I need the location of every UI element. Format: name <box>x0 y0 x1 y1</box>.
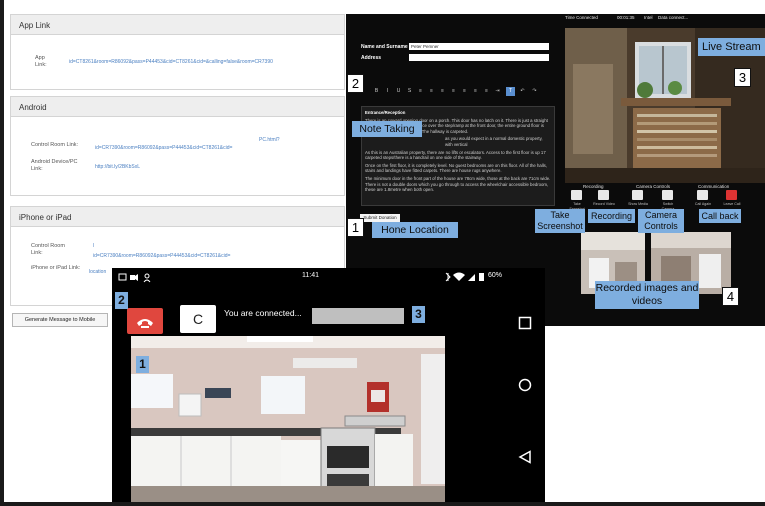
android-control-room-url-line1[interactable]: PC.html? <box>259 137 280 143</box>
connection-status-text: You are connected... <box>224 308 302 318</box>
android-control-room-label: Control Room Link: <box>31 142 79 148</box>
camera-feed-video <box>131 336 445 506</box>
android-heading: Android <box>11 97 344 117</box>
show-media-button[interactable] <box>632 190 643 200</box>
toolbar-numbered-list-button[interactable]: ≡ <box>471 87 480 96</box>
notes-paragraph: As this is an Australian property, there… <box>365 149 546 161</box>
record-video-button[interactable] <box>598 190 609 200</box>
android-device-label: Android Device/PC Link: <box>31 159 78 172</box>
generate-message-button[interactable]: Generate Message to Mobile <box>12 313 108 327</box>
home-icon[interactable] <box>518 378 532 392</box>
toolbar-strike-button[interactable]: S <box>405 87 414 96</box>
call-again-caption: Call Again <box>694 202 712 206</box>
annotation-number-2: 2 <box>347 74 364 93</box>
toolbar-list-button[interactable]: ≡ <box>460 87 469 96</box>
call-back-callout: Call back <box>699 209 741 223</box>
leave-call-button[interactable] <box>726 190 737 200</box>
camera-controls-callout: Camera Controls <box>638 209 684 233</box>
camera-controls-group-label: Camera Controls <box>636 184 671 189</box>
communication-group-label: Communication <box>698 184 730 189</box>
notification-icons <box>118 273 151 283</box>
recording-group-label: Recording <box>583 184 604 189</box>
annotation-number-1: 1 <box>347 218 364 237</box>
snapshot-button[interactable] <box>571 190 582 200</box>
app-link-section: App Link App Link: id=CT8261&room=R86092… <box>10 14 345 90</box>
refresh-icon: C <box>192 311 204 327</box>
iphone-control-room-url-line2[interactable]: id=CR7390&room=R86092&pass=P44453&cid=CT… <box>93 253 230 259</box>
toolbar-justify-button[interactable]: ≡ <box>449 87 458 96</box>
toolbar-redo-button[interactable]: ↷ <box>530 87 539 96</box>
bottom-border <box>0 502 765 506</box>
signal-wifi-battery-icons <box>445 272 484 282</box>
app-link-url[interactable]: id=CT8261&room=R86092&pass=P44453&cid=CT… <box>69 59 273 65</box>
phone-badge-1: 1 <box>136 356 149 373</box>
recents-icon[interactable] <box>518 316 532 330</box>
composite-screenshot: App Link App Link: id=CT8261&room=R86092… <box>0 0 765 506</box>
toolbar-undo-button[interactable]: ↶ <box>518 87 527 96</box>
battery-percent: 60% <box>488 272 503 279</box>
show-media-caption: Show Media <box>628 202 648 206</box>
note-taking-callout: Note Taking <box>352 121 422 137</box>
android-device-url[interactable]: http://bit.ly/2BKbSxL <box>95 164 140 170</box>
name-input[interactable]: Peter Pemner <box>409 43 549 50</box>
name-label: Name and Surname <box>361 44 408 50</box>
submit-button[interactable]: Submit Donation <box>360 214 400 222</box>
time-connected-label: Time Connected <box>565 15 598 20</box>
switch-camera-button[interactable] <box>662 190 673 200</box>
android-control-room-url-line2[interactable]: id=CR7390&room=R86092&pass=P44453&cid=CT… <box>95 145 232 151</box>
toolbar-outdent-button[interactable]: ≡ <box>482 87 491 96</box>
toolbar-font-button[interactable]: T <box>506 87 515 96</box>
status-state: Data connect... <box>658 15 689 20</box>
end-call-button[interactable] <box>127 308 163 334</box>
iphone-control-room-label: Control Room Link: <box>31 243 65 256</box>
android-section: Android Control Room Link: PC.html? id=C… <box>10 96 345 196</box>
toolbar-align-right-button[interactable]: ≡ <box>438 87 447 96</box>
toolbar-align-center-button[interactable]: ≡ <box>427 87 436 96</box>
mobile-app-screen: 11:41 60% C You are connected... 2 3 1 <box>112 268 545 506</box>
left-border <box>0 0 4 506</box>
back-icon[interactable] <box>518 450 532 464</box>
toolbar-indent-button[interactable]: ⇥ <box>493 87 502 96</box>
iphone-device-label: iPhone or iPad Link: <box>31 265 81 271</box>
phone-hangup-icon <box>137 319 153 328</box>
phone-badge-3: 3 <box>412 306 425 323</box>
address-label: Address <box>361 55 382 61</box>
toolbar-italic-button[interactable]: I <box>383 87 392 96</box>
live-stream-callout: Live Stream <box>698 38 765 56</box>
app-link-heading: App Link <box>11 15 344 35</box>
refresh-button[interactable]: C <box>180 305 216 333</box>
status-extra: Intel <box>644 15 653 20</box>
connection-status-bar <box>312 308 404 324</box>
camera-feed-scene <box>131 336 445 506</box>
iphone-device-url[interactable]: location <box>89 269 106 275</box>
recorded-media-callout: Recorded images and videos <box>595 281 699 309</box>
phone-clock: 11:41 <box>302 272 319 279</box>
notes-paragraph: The minimum door in the front part of th… <box>365 175 551 193</box>
leave-call-caption: Leave Call <box>723 202 741 206</box>
time-connected-value: 00:01:35 <box>617 15 635 20</box>
annotation-number-4: 4 <box>722 287 739 306</box>
recording-callout: Recording <box>588 209 635 223</box>
address-input[interactable] <box>409 54 549 61</box>
record-video-caption: Record Video <box>593 202 615 206</box>
take-screenshot-callout: Take Screenshot <box>535 209 585 233</box>
phone-badge-2: 2 <box>115 292 128 309</box>
notes-paragraph: Once on the first floor, it is completel… <box>365 162 547 174</box>
annotation-number-3: 3 <box>734 68 751 87</box>
iphone-control-room-url-line1[interactable]: l <box>93 243 94 249</box>
home-location-callout: Hone Location <box>372 222 458 238</box>
call-again-button[interactable] <box>697 190 708 200</box>
toolbar-bold-button[interactable]: B <box>372 87 381 96</box>
app-link-label: App Link: <box>35 55 47 68</box>
toolbar-underline-button[interactable]: U <box>394 87 403 96</box>
notes-heading: Entrance/Reception <box>365 110 406 115</box>
iphone-heading: iPhone or iPad <box>11 207 344 227</box>
toolbar-align-left-button[interactable]: ≡ <box>416 87 425 96</box>
notes-paragraph: as you would expect in a normal domestic… <box>445 136 543 147</box>
